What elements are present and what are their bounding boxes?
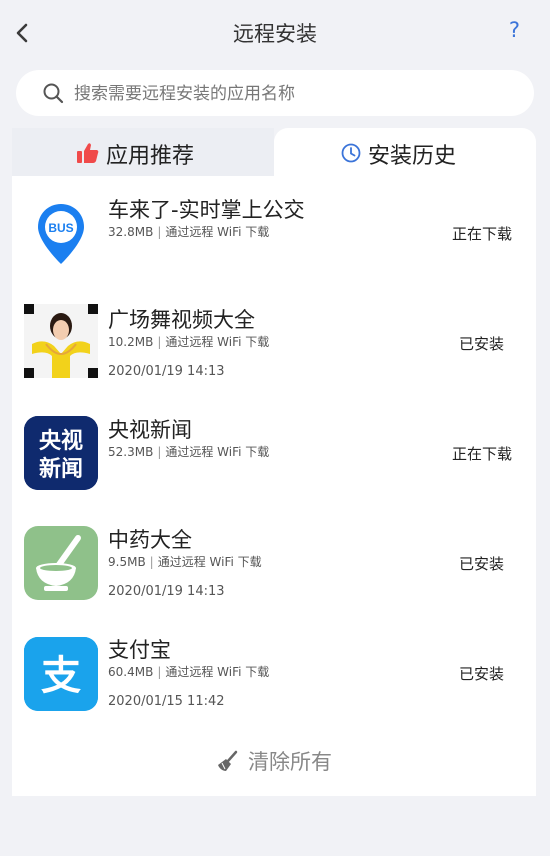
bus-icon-label: BUS — [48, 221, 73, 235]
app-meta: 52.3MB | 通过远程 WiFi 下载 — [108, 445, 270, 459]
thumbs-up-icon — [77, 143, 99, 163]
alipay-icon: 支 — [24, 637, 98, 711]
alipay-icon-text: 支 — [41, 653, 81, 699]
list-item[interactable]: BUS 车来了-实时掌上公交 32.8MB | 通过远程 WiFi 下载 正在下载 — [12, 176, 536, 286]
app-source: 通过远程 WiFi 下载 — [165, 665, 270, 679]
top-bar: 远程安装 ? — [0, 0, 550, 66]
tab-history-label: 安装历史 — [368, 144, 457, 169]
status-label: 正在下载 — [451, 445, 512, 463]
app-meta: 9.5MB | 通过远程 WiFi 下载 — [108, 555, 262, 569]
clear-all-button[interactable]: 清除所有 — [12, 746, 536, 780]
tab-recommend[interactable]: 应用推荐 — [12, 128, 274, 178]
cctv-icon-text-top: 央视 — [39, 428, 83, 454]
tab-recommend-label: 应用推荐 — [106, 144, 195, 169]
install-date: 2020/01/15 11:42 — [108, 694, 225, 709]
app-size: 10.2MB — [108, 335, 154, 349]
status-label: 已安装 — [458, 555, 504, 573]
search-icon — [43, 83, 64, 104]
status-label: 已安装 — [458, 335, 504, 353]
list-item[interactable]: 支 支付宝 60.4MB | 通过远程 WiFi 下载 2020/01/15 11:… — [12, 616, 536, 726]
cctv-news-icon: 央视 新闻 — [24, 416, 98, 490]
app-source: 通过远程 WiFi 下载 — [165, 225, 270, 239]
list-item[interactable]: 广场舞视频大全 10.2MB | 通过远程 WiFi 下载 2020/01/19 1… — [12, 286, 536, 396]
app-size: 32.8MB — [108, 225, 154, 239]
app-source: 通过远程 WiFi 下载 — [165, 335, 270, 349]
list-item[interactable]: 中药大全 9.5MB | 通过远程 WiFi 下载 2020/01/19 14:13… — [12, 506, 536, 616]
app-meta: 32.8MB | 通过远程 WiFi 下载 — [108, 225, 270, 239]
clear-all-label: 清除所有 — [248, 750, 332, 774]
app-meta: 10.2MB | 通过远程 WiFi 下载 — [108, 335, 270, 349]
bus-pin-icon: BUS — [24, 198, 98, 272]
clock-icon — [341, 143, 361, 163]
app-name: 央视新闻 — [108, 418, 192, 442]
app-name: 中药大全 — [108, 528, 192, 552]
app-size: 60.4MB — [108, 665, 154, 679]
dancer-photo-icon — [24, 304, 98, 378]
page-title: 远程安装 — [233, 22, 317, 46]
install-date: 2020/01/19 14:13 — [108, 364, 225, 379]
search-bar[interactable] — [16, 70, 534, 116]
mortar-pestle-icon — [24, 526, 98, 600]
search-input[interactable] — [72, 78, 516, 110]
status-label: 正在下载 — [451, 225, 512, 243]
status-label: 已安装 — [458, 665, 504, 683]
tab-bar: 应用推荐 安装历史 — [12, 128, 536, 178]
app-size: 52.3MB — [108, 445, 154, 459]
app-name: 车来了-实时掌上公交 — [108, 198, 305, 222]
help-button[interactable]: ? — [509, 18, 520, 42]
app-meta: 60.4MB | 通过远程 WiFi 下载 — [108, 665, 270, 679]
app-source: 通过远程 WiFi 下载 — [165, 445, 270, 459]
tab-history[interactable]: 安装历史 — [274, 128, 536, 178]
cctv-icon-text-bottom: 新闻 — [39, 456, 83, 482]
app-name: 广场舞视频大全 — [108, 308, 255, 332]
install-history-list: BUS 车来了-实时掌上公交 32.8MB | 通过远程 WiFi 下载 正在下载 … — [12, 176, 536, 796]
app-size: 9.5MB — [108, 555, 146, 569]
app-name: 支付宝 — [108, 638, 171, 662]
list-item[interactable]: 央视 新闻 央视新闻 52.3MB | 通过远程 WiFi 下载 正在下载 — [12, 396, 536, 506]
install-date: 2020/01/19 14:13 — [108, 584, 225, 599]
broom-icon — [218, 750, 238, 771]
app-source: 通过远程 WiFi 下载 — [157, 555, 262, 569]
